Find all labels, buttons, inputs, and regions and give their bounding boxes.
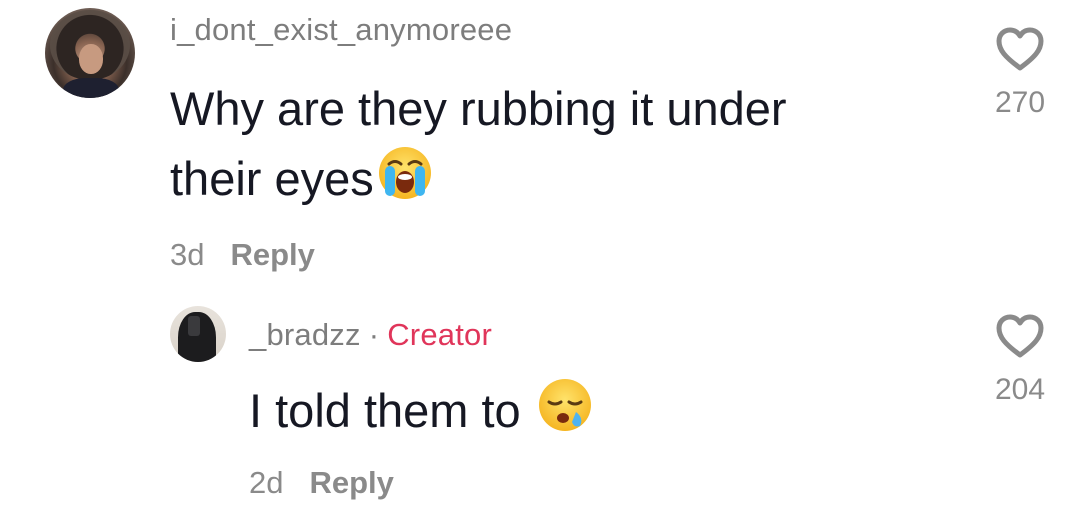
avatar-face [79, 44, 103, 74]
comment-text-line-2: their eyes [170, 144, 787, 221]
separator-dot: · [368, 317, 380, 352]
reply-avatar[interactable] [170, 306, 226, 362]
comment-text-line-1: Why are they rubbing it under [170, 82, 787, 135]
comment-username[interactable]: i_dont_exist_anymoreee [170, 12, 512, 48]
avatar-phone [188, 316, 200, 336]
like-count: 270 [994, 86, 1046, 119]
loudly-crying-face-icon [376, 144, 434, 221]
reply-button[interactable]: Reply [230, 237, 314, 272]
comments-screen: i_dont_exist_anymoreee Why are they rubb… [0, 0, 1080, 513]
reply-username[interactable]: _bradzz [249, 317, 361, 352]
like-button[interactable]: 204 [980, 313, 1060, 407]
reply-time: 2d [249, 465, 284, 500]
reply-username-row: _bradzz · Creator [249, 317, 492, 353]
creator-badge: Creator [387, 317, 492, 352]
reply-text-content: I told them to [249, 384, 521, 437]
comment-item: i_dont_exist_anymoreee Why are they rubb… [0, 0, 1080, 290]
sleepy-face-icon [536, 376, 594, 453]
avatar-shirt [63, 78, 119, 98]
comment-text-line-2-text: their eyes [170, 152, 374, 205]
reply-button[interactable]: Reply [309, 465, 393, 500]
reply-text: I told them to [249, 376, 594, 453]
reply-meta: 2d Reply [249, 465, 394, 501]
avatar[interactable] [45, 8, 135, 98]
comment-text: Why are they rubbing it under their eyes [170, 74, 787, 221]
heart-icon [996, 27, 1044, 71]
comment-time: 3d [170, 237, 205, 272]
heart-icon [996, 314, 1044, 358]
like-button[interactable]: 270 [980, 26, 1060, 120]
like-count: 204 [994, 373, 1046, 406]
comment-meta: 3d Reply [170, 237, 315, 273]
